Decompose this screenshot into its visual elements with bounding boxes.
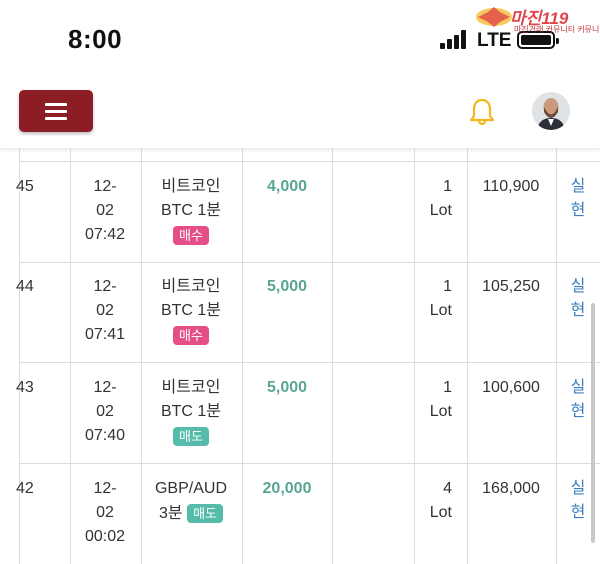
row-amount: 20,000 [262, 480, 312, 497]
menu-button[interactable] [19, 90, 93, 132]
status-time: 8:00 [68, 24, 123, 54]
row-price: 110,900 [482, 178, 540, 195]
row-qty: 4 [443, 480, 452, 497]
row-time: 07:40 [84, 427, 126, 444]
row-time: 00:02 [84, 528, 126, 545]
row-date-line1: 12- [93, 178, 117, 195]
row-item-name: 비트코인 [161, 178, 221, 195]
buy-badge: 매수 [173, 226, 209, 246]
row-price: 105,250 [482, 278, 540, 295]
row-status-link[interactable]: 실 [556, 175, 600, 199]
hamburger-icon [45, 103, 67, 106]
watermark-logo: 마진119 마진거래 커뮤니티 커뮤니티 [474, 2, 600, 36]
row-item-name: GBP/AUD [154, 480, 227, 497]
watermark-badge-icon [476, 7, 512, 27]
row-date-line1: 12- [93, 480, 117, 497]
row-qty-unit: Lot [429, 504, 452, 521]
row-number: 44 [16, 278, 34, 295]
row-amount: 5,000 [266, 379, 308, 396]
row-number: 42 [16, 480, 34, 497]
row-date-line2: 02 [96, 302, 114, 319]
avatar[interactable] [532, 92, 570, 130]
row-date-line2: 02 [96, 403, 114, 420]
row-item-detail: BTC 1분 [160, 302, 222, 319]
user-avatar-icon [532, 92, 570, 130]
row-date-line1: 12- [93, 278, 117, 295]
watermark-subtitle: 마진거래 커뮤니티 커뮤니티 [514, 25, 600, 34]
row-status-link-line2[interactable]: 현 [556, 199, 600, 223]
bell-icon[interactable] [468, 97, 496, 127]
row-item-detail: 3분 [159, 505, 183, 522]
row-amount: 4,000 [266, 178, 308, 195]
row-qty: 1 [443, 379, 452, 396]
row-time: 07:41 [84, 326, 126, 343]
row-time: 07:42 [84, 226, 126, 243]
row-qty-unit: Lot [429, 403, 452, 420]
app-header [0, 75, 600, 149]
row-qty-unit: Lot [429, 302, 452, 319]
row-status-link[interactable]: 실 [556, 275, 600, 299]
sell-badge: 매도 [173, 427, 209, 447]
row-amount: 5,000 [266, 278, 308, 295]
row-number: 45 [16, 178, 34, 195]
row-qty-unit: Lot [429, 202, 452, 219]
row-item-name: 비트코인 [161, 379, 221, 396]
row-item-detail: BTC 1분 [160, 403, 222, 420]
signal-icon [440, 29, 470, 49]
row-item-detail: BTC 1분 [160, 202, 222, 219]
vertical-scrollbar[interactable] [591, 303, 595, 543]
row-number: 43 [16, 379, 34, 396]
row-price: 100,600 [482, 379, 540, 396]
buy-badge: 매수 [173, 326, 209, 346]
row-date-line1: 12- [93, 379, 117, 396]
row-item-name: 비트코인 [161, 278, 221, 295]
row-date-line2: 02 [96, 504, 114, 521]
sell-badge: 매도 [187, 504, 223, 524]
row-qty: 1 [443, 278, 452, 295]
row-date-line2: 02 [96, 202, 114, 219]
trade-table: 45 12- 02 07:42 비트코인 BTC 1분 매수 4,000 1 L… [0, 149, 600, 564]
row-price: 168,000 [482, 480, 540, 497]
row-qty: 1 [443, 178, 452, 195]
